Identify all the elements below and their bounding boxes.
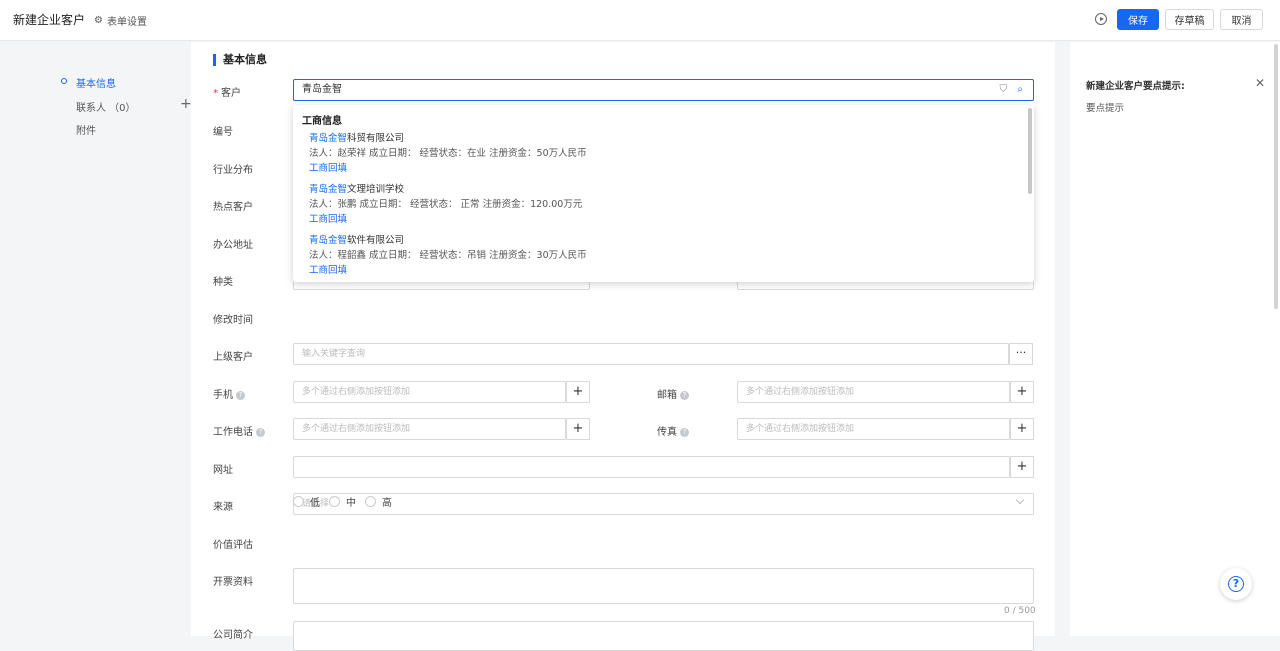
value-low-radio[interactable]: 低 [293,494,320,509]
help-icon: ? [236,390,245,400]
invoice-textarea[interactable] [293,568,1034,604]
page-title: 新建企业客户 [13,13,86,27]
kind-label: 种类 [213,277,233,288]
email-input[interactable]: 多个通过右侧添加按钮添加 [737,381,1010,403]
active-dot-icon [61,78,67,84]
value-high-radio[interactable]: 高 [365,494,392,509]
settings-icon: ⚙ [94,15,103,26]
fax-label: 传真? [657,423,689,438]
draft-button[interactable]: 存草稿 [1165,9,1214,30]
intro-textarea[interactable] [293,621,1034,651]
dropdown-title: 工商信息 [302,116,342,127]
email-label: 邮箱? [657,386,689,401]
tips-body: 要点提示 [1086,103,1125,114]
customer-label: * 客户 [213,88,241,99]
backfill-link[interactable]: 工商回填 [309,212,582,227]
shield-icon[interactable]: ⛉ [1000,80,1008,100]
dropdown-entry[interactable]: 青岛金智软件有限公司 法人：程韶鑫 成立日期： 经营状态：吊销 注册资金：30万… [309,233,587,278]
page-scrollbar[interactable] [1274,44,1278,309]
business-info-dropdown: 工商信息 青岛金智科贸有限公司 法人：赵荣祥 成立日期： 经营状态：在业 注册资… [293,105,1034,282]
add-mobile-button[interactable]: + [566,381,590,403]
question-icon: ? [1228,576,1244,592]
hot-customer-label: 热点客户 [213,202,253,213]
number-label: 编号 [213,127,233,138]
website-input[interactable] [293,456,1010,478]
tips-title: 新建企业客户要点提示: [1086,81,1185,92]
intro-label: 公司简介 [213,630,253,641]
nav-item-basic-info[interactable]: 基本信息 [60,75,116,90]
parent-customer-label: 上级客户 [213,352,253,363]
source-label: 来源 [213,502,233,513]
modified-time-label: 修改时间 [213,315,253,326]
cancel-button[interactable]: 取消 [1220,9,1263,30]
dropdown-entry[interactable]: 青岛金智科贸有限公司 法人：赵荣祥 成立日期： 经营状态：在业 注册资金：50万… [309,131,587,176]
help-button[interactable]: ? [1220,568,1252,600]
close-icon[interactable]: ✕ [1255,76,1265,90]
nav-item-attachments[interactable]: 附件 [76,122,96,137]
customer-input[interactable]: 青岛金智 ⛉ ⌕ [293,79,1034,101]
play-icon[interactable] [1095,13,1107,25]
mobile-label: 手机? [213,386,245,401]
parent-customer-input[interactable]: 输入关键字查询 [293,343,1009,365]
dropdown-scrollbar[interactable] [1028,108,1032,194]
office-address-label: 办公地址 [213,240,253,251]
backfill-link[interactable]: 工商回填 [309,263,587,278]
save-button[interactable]: 保存 [1117,9,1159,30]
add-email-button[interactable]: + [1010,381,1034,403]
value-eval-label: 价值评估 [213,540,253,551]
help-icon: ? [680,390,689,400]
mobile-input[interactable]: 多个通过右侧添加按钮添加 [293,381,566,403]
dropdown-entry[interactable]: 青岛金智文理培训学校 法人：张鹏 成立日期： 经营状态： 正常 注册资金：120… [309,182,582,227]
top-bar: 新建企业客户 ⚙ 表单设置 保存 存草稿 取消 [0,0,1280,41]
industry-label: 行业分布 [213,165,253,176]
backfill-link[interactable]: 工商回填 [309,161,587,176]
tips-panel: 新建企业客户要点提示: ✕ 要点提示 [1070,42,1280,636]
form-settings-link[interactable]: ⚙ 表单设置 [94,13,147,28]
add-website-button[interactable]: + [1010,456,1034,478]
value-mid-radio[interactable]: 中 [329,494,356,509]
add-fax-button[interactable]: + [1010,418,1034,440]
char-counter: 0 / 500 [1004,606,1036,616]
add-work-phone-button[interactable]: + [566,418,590,440]
section-title: 基本信息 [213,54,267,66]
add-contact-icon[interactable]: + [180,96,192,112]
source-select[interactable]: 请选择 [293,493,1034,515]
more-icon[interactable]: ··· [1009,343,1033,365]
fax-input[interactable]: 多个通过右侧添加按钮添加 [737,418,1010,440]
work-phone-label: 工作电话? [213,423,265,438]
search-icon[interactable]: ⌕ [1017,80,1023,100]
nav-item-contacts[interactable]: 联系人 （0） + [76,96,192,114]
form-settings-label: 表单设置 [106,17,147,28]
work-phone-input[interactable]: 多个通过右侧添加按钮添加 [293,418,566,440]
invoice-label: 开票资料 [213,577,253,588]
website-label: 网址 [213,465,233,476]
help-icon: ? [680,427,689,437]
help-icon: ? [256,427,265,437]
